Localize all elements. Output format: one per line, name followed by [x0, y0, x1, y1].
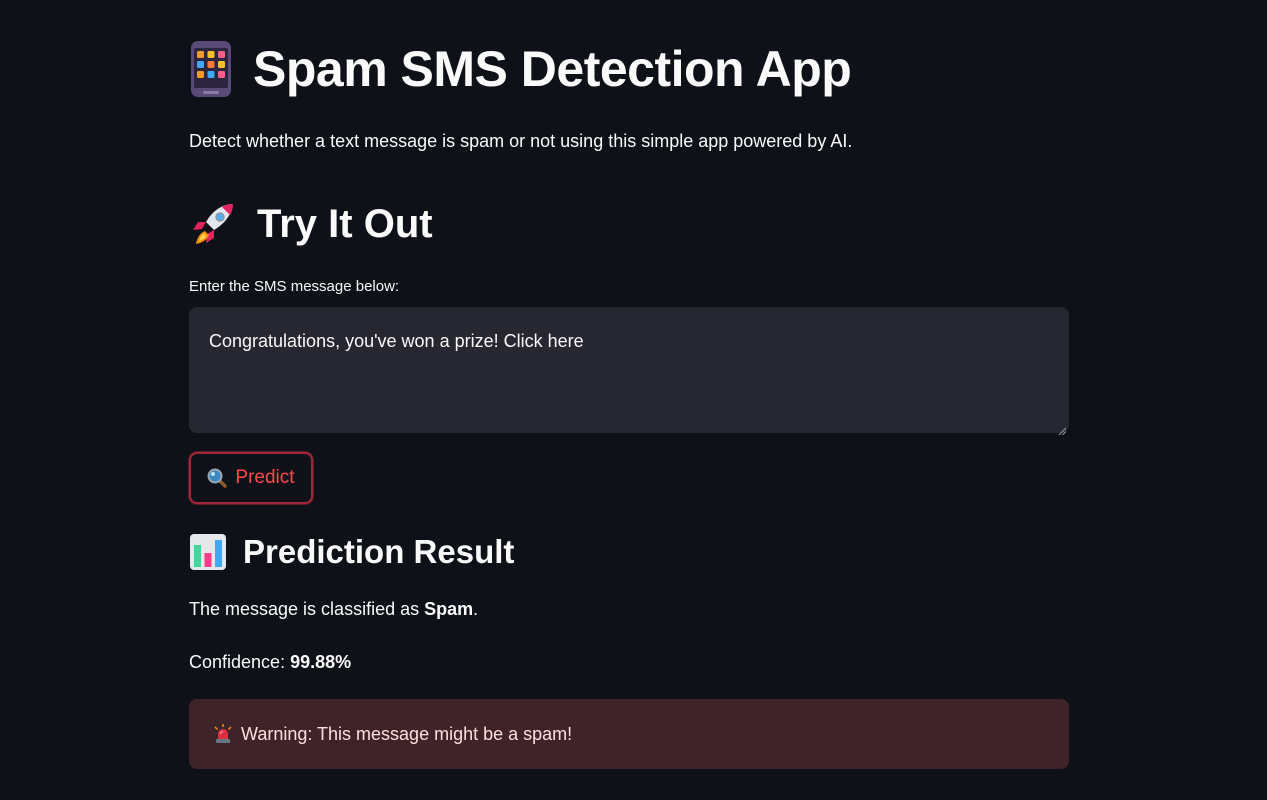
- predict-button-label: Predict: [235, 467, 295, 488]
- predict-button[interactable]: Predict: [189, 452, 313, 504]
- magnifier-icon: [207, 468, 228, 488]
- confidence-prefix: Confidence:: [189, 652, 291, 672]
- bar-chart-icon: [189, 533, 227, 571]
- classification-prefix: The message is classified as: [189, 599, 425, 619]
- prediction-result-heading-text: Prediction Result: [243, 533, 515, 570]
- confidence-text: Confidence: 99.88%: [189, 652, 351, 673]
- try-it-out-heading: Try It Out: [189, 200, 433, 248]
- sms-input-label: Enter the SMS message below:: [189, 278, 400, 295]
- page-title: Spam SMS Detection App: [189, 40, 852, 98]
- spam-warning-text: Warning: This message might be a spam!: [241, 723, 573, 744]
- siren-icon: [213, 724, 233, 744]
- prediction-result-heading: Prediction Result: [189, 533, 514, 571]
- classification-text: The message is classified as Spam.: [189, 599, 478, 620]
- spam-warning-alert: Warning: This message might be a spam!: [189, 699, 1069, 769]
- sms-input-container: [189, 307, 1069, 436]
- rocket-icon: [189, 200, 241, 248]
- classification-suffix: .: [473, 599, 479, 619]
- page-title-text: Spam SMS Detection App: [253, 41, 852, 97]
- try-it-out-heading-text: Try It Out: [257, 201, 433, 246]
- resize-grip-icon[interactable]: [1058, 422, 1067, 436]
- confidence-value: 99.88%: [290, 652, 352, 672]
- classification-value: Spam: [424, 599, 474, 619]
- app-description: Detect whether a text message is spam or…: [189, 131, 853, 151]
- mobile-phone-icon: [189, 40, 233, 98]
- sms-message-input[interactable]: [189, 307, 1069, 433]
